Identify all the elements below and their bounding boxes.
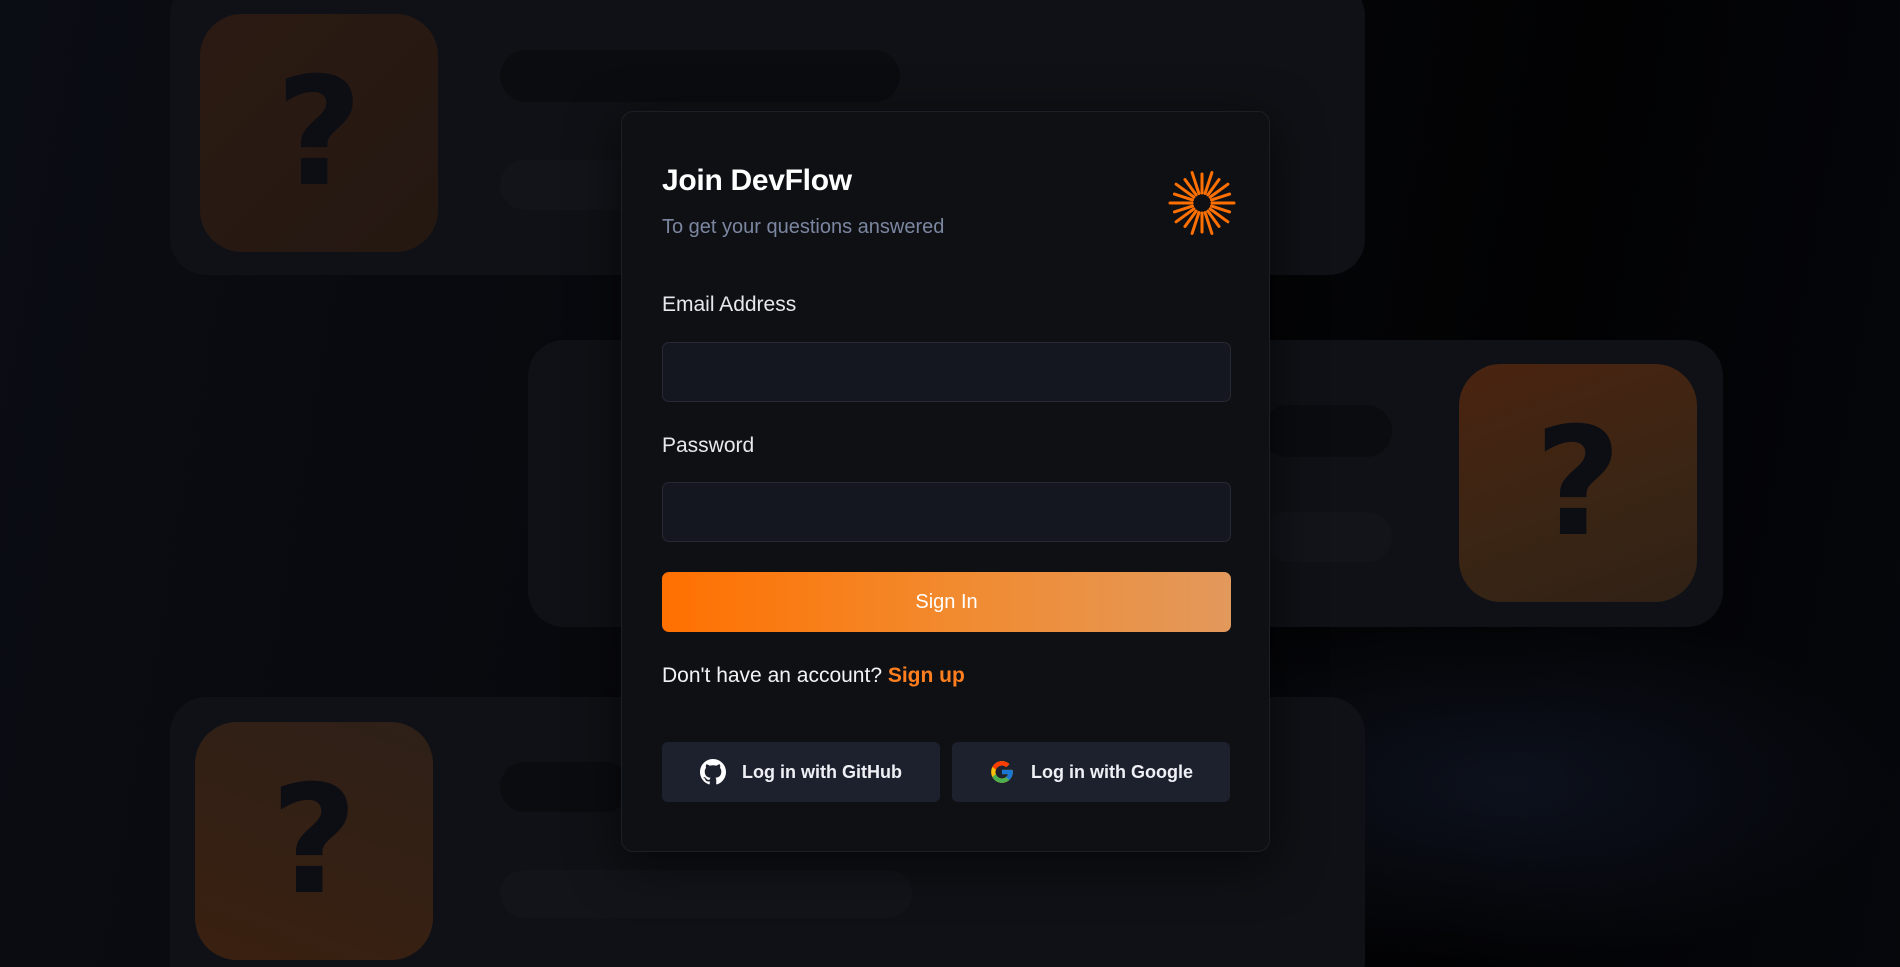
page-subtitle: To get your questions answered — [662, 216, 945, 238]
background-bar — [500, 50, 900, 102]
password-field[interactable] — [662, 482, 1231, 542]
logo-icon — [1168, 171, 1236, 235]
github-icon — [700, 759, 727, 785]
github-login-label: Log in with GitHub — [742, 761, 902, 782]
question-mark-tile: ? — [195, 722, 433, 960]
google-login-label: Log in with Google — [1031, 761, 1193, 782]
question-mark-tile: ? — [200, 14, 438, 252]
background-bar — [500, 762, 630, 812]
background-bar — [1262, 512, 1392, 562]
github-login-button[interactable]: Log in with GitHub — [662, 742, 940, 802]
email-field[interactable] — [662, 342, 1231, 402]
google-login-button[interactable]: Log in with Google — [952, 742, 1230, 802]
signup-prompt-row: Don't have an account? Sign up — [662, 664, 965, 688]
email-label: Email Address — [662, 293, 797, 316]
sign-in-button[interactable]: Sign In — [662, 572, 1231, 632]
signup-prompt-text: Don't have an account? — [662, 664, 882, 687]
question-mark-tile: ? — [1459, 364, 1697, 602]
background-bar — [500, 160, 640, 210]
page-title: Join DevFlow — [662, 164, 852, 197]
background-bar — [1262, 405, 1392, 457]
google-icon — [989, 759, 1015, 785]
background-bar — [500, 870, 912, 918]
password-label: Password — [662, 434, 755, 457]
sign-up-link[interactable]: Sign up — [888, 664, 965, 687]
sign-in-card: Join DevFlow To get your questions answe… — [621, 111, 1270, 852]
